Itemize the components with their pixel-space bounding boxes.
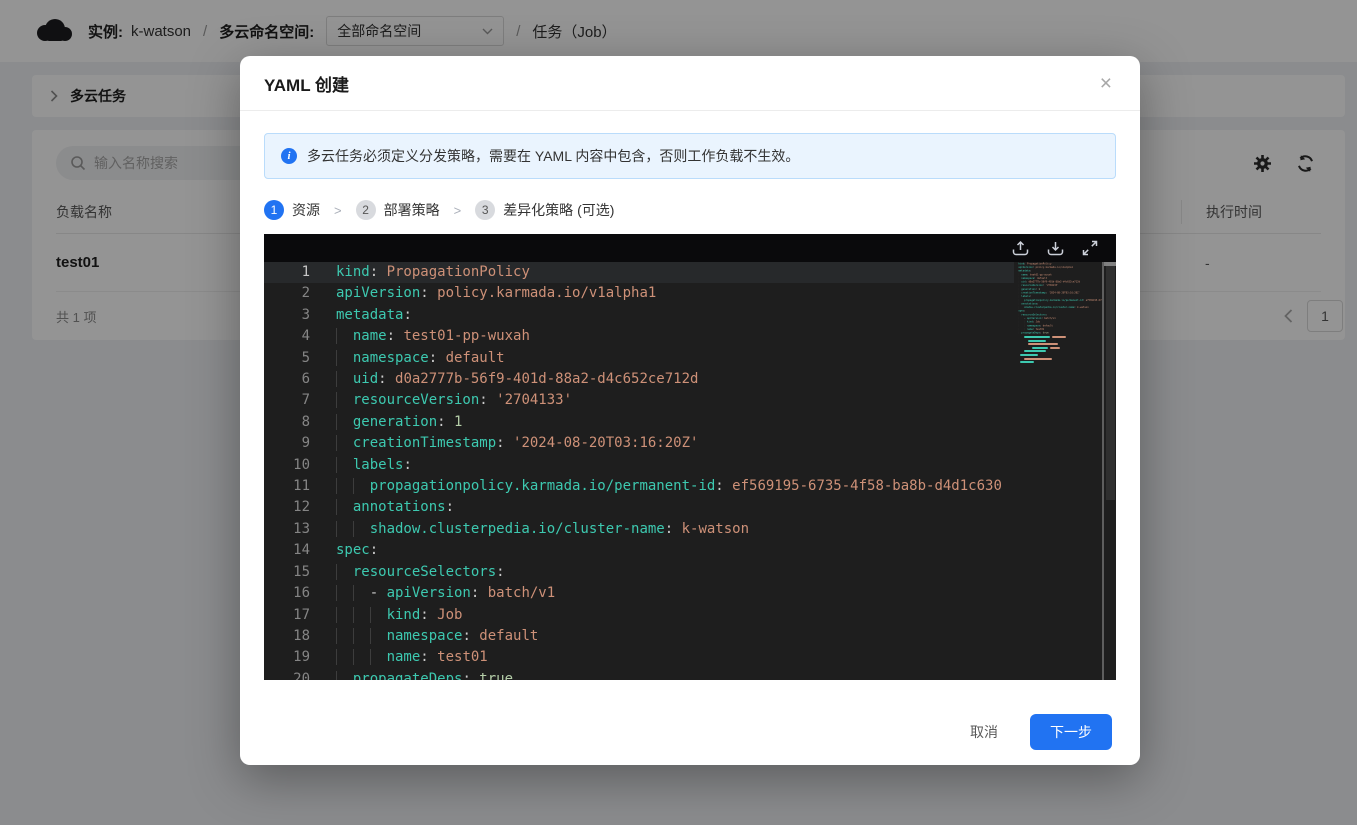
line-number: 1: [264, 262, 310, 283]
line-number: 20: [264, 669, 310, 680]
info-alert: i 多云任务必须定义分发策略，需要在 YAML 内容中包含，否则工作负载不生效。: [264, 133, 1116, 179]
code-line: 20 propagateDeps: true: [264, 669, 1014, 680]
code-line: 8 generation: 1: [264, 412, 1014, 433]
step-separator: >: [454, 203, 462, 218]
alert-text: 多云任务必须定义分发策略，需要在 YAML 内容中包含，否则工作负载不生效。: [307, 146, 799, 166]
upload-icon[interactable]: [1012, 240, 1029, 256]
close-icon[interactable]: ×: [1100, 73, 1112, 94]
line-number: 8: [264, 412, 310, 433]
minimap-overflow-lines: [1014, 336, 1102, 365]
code-line: 15 resourceSelectors:: [264, 562, 1014, 583]
next-step-button[interactable]: 下一步: [1030, 714, 1112, 750]
modal-title: YAML 创建: [264, 71, 349, 96]
line-number: 19: [264, 647, 310, 668]
cancel-button[interactable]: 取消: [964, 714, 1004, 750]
yaml-editor: 1kind: PropagationPolicy2apiVersion: pol…: [264, 234, 1116, 680]
code-line: 9 creationTimestamp: '2024-08-20T03:16:2…: [264, 433, 1014, 454]
minimap[interactable]: kind: PropagationPolicyapiVersion: polic…: [1014, 262, 1102, 680]
code-line: 3metadata:: [264, 305, 1014, 326]
line-number: 5: [264, 348, 310, 369]
line-number: 18: [264, 626, 310, 647]
code-line: 14spec:: [264, 540, 1014, 561]
code-area[interactable]: 1kind: PropagationPolicy2apiVersion: pol…: [264, 262, 1014, 680]
code-line: 5 namespace: default: [264, 348, 1014, 369]
step-label: 差异化策略 (可选): [503, 200, 614, 220]
code-line: 6 uid: d0a2777b-56f9-401d-88a2-d4c652ce7…: [264, 369, 1014, 390]
step-badge: 3: [475, 200, 495, 220]
line-number: 13: [264, 519, 310, 540]
info-icon: i: [281, 148, 297, 164]
line-number: 15: [264, 562, 310, 583]
step-badge: 1: [264, 200, 284, 220]
code-line: 11 propagationpolicy.karmada.io/permanen…: [264, 476, 1014, 497]
line-number: 17: [264, 605, 310, 626]
steps: 1 资源 > 2 部署策略 > 3 差异化策略 (可选): [264, 200, 1116, 220]
code-line: 17 kind: Job: [264, 605, 1014, 626]
line-number: 9: [264, 433, 310, 454]
step-resource[interactable]: 1 资源: [264, 200, 320, 220]
code-line: 16 - apiVersion: batch/v1: [264, 583, 1014, 604]
line-number: 2: [264, 283, 310, 304]
editor-scrollbar[interactable]: [1102, 262, 1116, 680]
line-number: 7: [264, 390, 310, 411]
editor-toolbar: [264, 234, 1116, 262]
line-number: 6: [264, 369, 310, 390]
modal-header: YAML 创建 ×: [240, 56, 1140, 111]
line-number: 12: [264, 497, 310, 518]
line-number: 4: [264, 326, 310, 347]
code-line: 7 resourceVersion: '2704133': [264, 390, 1014, 411]
code-line: 1kind: PropagationPolicy: [264, 262, 1014, 283]
modal-body: i 多云任务必须定义分发策略，需要在 YAML 内容中包含，否则工作负载不生效。…: [240, 111, 1140, 681]
step-separator: >: [334, 203, 342, 218]
fullscreen-icon[interactable]: [1082, 240, 1098, 256]
line-number: 14: [264, 540, 310, 561]
code-line: 19 name: test01: [264, 647, 1014, 668]
code-line: 18 namespace: default: [264, 626, 1014, 647]
step-deploy-policy[interactable]: 2 部署策略: [356, 200, 440, 220]
code-line: 2apiVersion: policy.karmada.io/v1alpha1: [264, 283, 1014, 304]
download-icon[interactable]: [1047, 240, 1064, 256]
step-label: 部署策略: [384, 200, 440, 220]
step-override-policy[interactable]: 3 差异化策略 (可选): [475, 200, 614, 220]
line-number: 16: [264, 583, 310, 604]
line-number: 3: [264, 305, 310, 326]
code-line: 12 annotations:: [264, 497, 1014, 518]
code-line: 13 shadow.clusterpedia.io/cluster-name: …: [264, 519, 1014, 540]
step-label: 资源: [292, 200, 320, 220]
line-number: 11: [264, 476, 310, 497]
modal-footer: 取消 下一步: [240, 681, 1140, 765]
yaml-create-modal: YAML 创建 × i 多云任务必须定义分发策略，需要在 YAML 内容中包含，…: [240, 56, 1140, 765]
code-line: propagateDeps: true: [1014, 331, 1102, 335]
code-line: 10 labels:: [264, 455, 1014, 476]
step-badge: 2: [356, 200, 376, 220]
line-number: 10: [264, 455, 310, 476]
code-line: 4 name: test01-pp-wuxah: [264, 326, 1014, 347]
